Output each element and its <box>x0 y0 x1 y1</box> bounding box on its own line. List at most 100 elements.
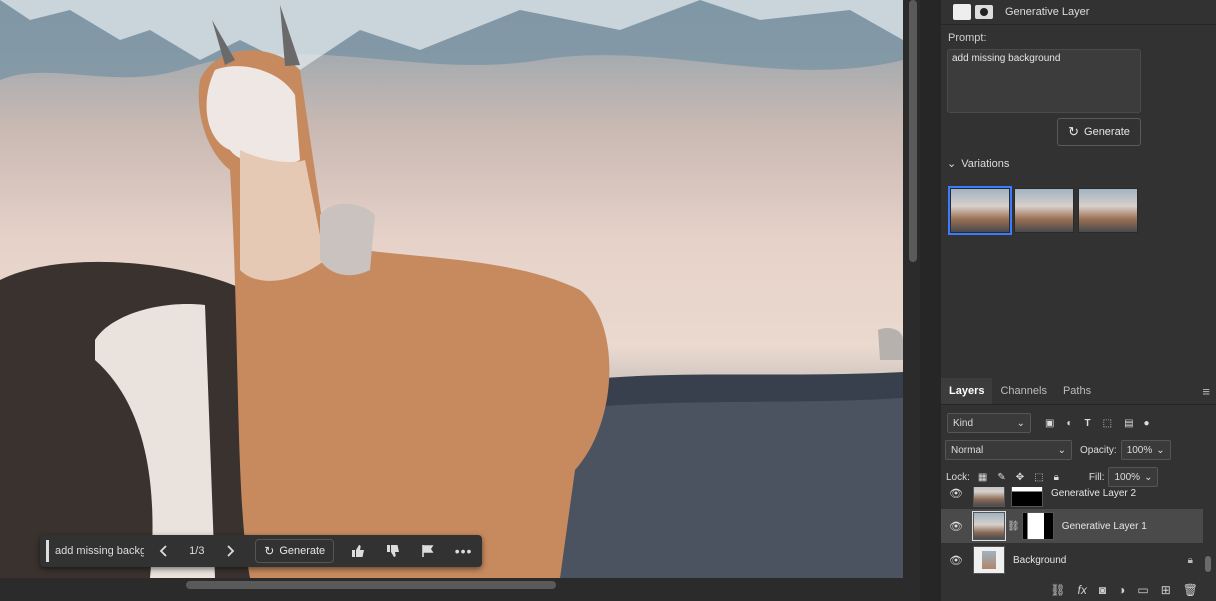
flag-icon <box>421 545 434 557</box>
layer-thumbnail <box>972 511 1006 541</box>
tab-layers[interactable]: Layers <box>941 378 993 404</box>
filter-toggle-icon[interactable]: ● <box>1144 418 1150 429</box>
filter-kind-label: Kind <box>953 417 974 429</box>
contextual-generate-button[interactable]: ↻ Generate <box>255 539 335 563</box>
more-icon: ••• <box>454 543 473 559</box>
eye-icon[interactable]: 👁︎ <box>949 520 963 533</box>
mask-icon <box>975 5 993 19</box>
llama-photo <box>0 0 903 578</box>
panel-menu-icon[interactable]: ≡ <box>1202 384 1210 399</box>
chevron-down-icon: ⌄ <box>1016 417 1025 429</box>
variation-thumbnail[interactable] <box>1078 188 1138 233</box>
type-filter-icon[interactable]: T <box>1085 418 1091 429</box>
layers-panel-tabs: Layers Channels Paths ≡ <box>941 378 1216 405</box>
scrollbar-thumb[interactable] <box>1205 556 1211 572</box>
generate-icon: ↻ <box>264 544 275 558</box>
trash-icon[interactable]: 🗑︎ <box>1183 583 1198 597</box>
layer-mask-thumbnail <box>1011 487 1043 507</box>
adjustment-layer-icon[interactable]: ◑ <box>1118 583 1125 597</box>
lock-all-icon[interactable]: 🔒︎ <box>1054 472 1059 483</box>
layer-name: Generative Layer 1 <box>1061 520 1147 532</box>
lock-icon: 🔒︎ <box>1187 554 1193 566</box>
eye-icon[interactable]: 👁︎ <box>949 554 963 567</box>
contextual-generate-label: Generate <box>279 545 326 557</box>
opacity-value: 100% <box>1126 444 1153 456</box>
lock-fill-row: Lock: ▦ ✎ ✥ ⬚ 🔒︎ Fill: 100% ⌄ <box>941 467 1216 487</box>
opacity-input[interactable]: 100% ⌄ <box>1120 440 1171 460</box>
fx-icon[interactable]: fx <box>1078 583 1087 597</box>
layer-thumbnail <box>973 546 1005 574</box>
generate-button-label: Generate <box>1084 126 1130 138</box>
fill-input[interactable]: 100% ⌄ <box>1108 467 1159 487</box>
variation-page-indicator: 1/3 <box>189 545 205 557</box>
tab-channels[interactable]: Channels <box>992 378 1054 404</box>
layer-row[interactable]: 👁︎ Generative Layer 2 <box>941 487 1203 510</box>
lock-artboard-icon[interactable]: ⬚ <box>1034 472 1043 483</box>
lock-position-icon[interactable]: ✥ <box>1016 472 1024 483</box>
eye-icon[interactable]: 👁︎ <box>949 487 963 500</box>
generate-icon: ↻ <box>1068 124 1080 139</box>
blend-mode-label: Normal <box>951 444 984 456</box>
tab-paths[interactable]: Paths <box>1055 378 1099 404</box>
lock-image-icon[interactable]: ✎ <box>997 472 1005 483</box>
prompt-label: Prompt: <box>948 32 987 44</box>
thumbs-up-icon <box>351 545 364 557</box>
variation-thumbnail[interactable] <box>948 186 1012 235</box>
report-flag-button[interactable] <box>410 535 445 567</box>
generative-layer-icon <box>953 4 971 20</box>
blend-opacity-row: Normal ⌄ Opacity: 100% ⌄ <box>941 440 1216 460</box>
canvas-vertical-scrollbar[interactable] <box>906 0 920 578</box>
lock-transparent-icon[interactable]: ▦ <box>978 472 987 483</box>
shape-filter-icon[interactable]: ⬚ <box>1103 418 1112 429</box>
smart-object-filter-icon[interactable]: ▤ <box>1124 418 1133 429</box>
canvas-area[interactable]: add missing backgr 1/3 ↻ Generate ••• <box>0 0 920 601</box>
chevron-down-icon: ⌄ <box>1156 444 1165 456</box>
adjustment-filter-icon[interactable]: ◐ <box>1066 418 1072 429</box>
generate-button[interactable]: ↻ Generate <box>1057 118 1141 146</box>
scrollbar-thumb[interactable] <box>186 581 556 589</box>
layer-mask-thumbnail <box>1021 512 1054 540</box>
link-layers-icon[interactable]: ⛓︎ <box>1050 583 1065 597</box>
next-variation-button[interactable] <box>210 535 249 567</box>
layers-list: 👁︎ Generative Layer 2 👁︎ ⛓︎ Generative L… <box>941 487 1203 577</box>
contextual-task-bar: add missing backgr 1/3 ↻ Generate ••• <box>40 535 482 567</box>
variations-section-toggle[interactable]: ⌄ Variations <box>947 157 1010 171</box>
layer-thumbnail <box>973 487 1005 507</box>
properties-panel: Generative Layer Prompt: add missing bac… <box>941 0 1216 372</box>
canvas-image[interactable] <box>0 0 903 578</box>
panel-divider <box>920 0 941 601</box>
chevron-down-icon: ⌄ <box>947 158 957 170</box>
filter-kind-select[interactable]: Kind ⌄ <box>947 413 1031 433</box>
opacity-label: Opacity: <box>1080 444 1117 456</box>
thumbs-up-button[interactable] <box>340 535 375 567</box>
chevron-down-icon: ⌄ <box>1057 444 1066 456</box>
variation-thumbnail[interactable] <box>1014 188 1074 233</box>
image-filter-icon[interactable]: ▣ <box>1045 418 1054 429</box>
layers-footer: ⛓︎ fx ◙ ◑ ▭ ⊞ 🗑︎ <box>941 578 1216 601</box>
more-options-button[interactable]: ••• <box>445 535 482 567</box>
previous-variation-button[interactable] <box>144 535 183 567</box>
add-mask-icon[interactable]: ◙ <box>1099 583 1106 597</box>
blend-mode-select[interactable]: Normal ⌄ <box>945 440 1072 460</box>
fill-value: 100% <box>1114 471 1141 483</box>
chevron-left-icon <box>159 545 167 557</box>
variations-label: Variations <box>961 157 1010 170</box>
contextual-prompt-input[interactable]: add missing backgr <box>46 540 144 562</box>
chevron-down-icon: ⌄ <box>1144 471 1153 483</box>
chevron-right-icon <box>227 545 235 557</box>
layer-row[interactable]: 👁︎ Background 🔒︎ <box>941 543 1203 577</box>
new-layer-icon[interactable]: ⊞ <box>1161 583 1171 597</box>
layer-name: Background <box>1013 554 1067 566</box>
folder-icon[interactable]: ▭ <box>1137 583 1148 597</box>
right-panel: Generative Layer Prompt: add missing bac… <box>941 0 1216 601</box>
canvas-horizontal-scrollbar[interactable] <box>0 578 906 592</box>
scrollbar-thumb[interactable] <box>909 0 917 262</box>
thumbs-down-button[interactable] <box>375 535 410 567</box>
thumbs-down-icon <box>386 545 399 557</box>
variations-thumbnails <box>948 186 1138 235</box>
layer-row-selected[interactable]: 👁︎ ⛓︎ Generative Layer 1 <box>941 509 1203 543</box>
link-icon[interactable]: ⛓︎ <box>1007 521 1020 532</box>
prompt-textarea[interactable]: add missing background <box>947 49 1141 113</box>
layers-scrollbar[interactable] <box>1203 488 1212 576</box>
layer-name: Generative Layer 2 <box>1051 487 1137 499</box>
